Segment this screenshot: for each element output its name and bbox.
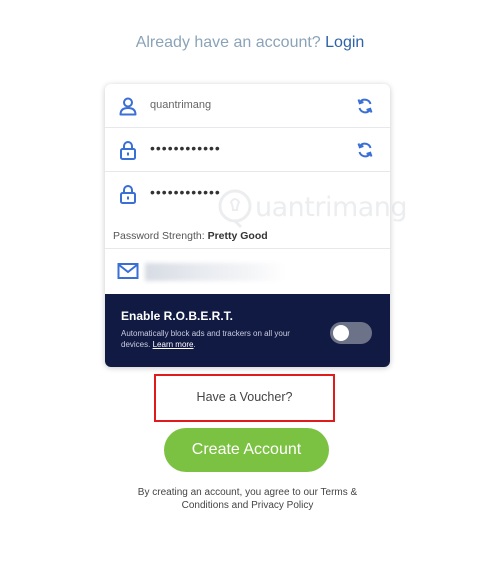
username-field[interactable]: quantrimang bbox=[150, 99, 211, 111]
learn-more-link[interactable]: Learn more bbox=[153, 340, 194, 349]
lock-icon bbox=[120, 185, 136, 204]
robert-title: Enable R.O.B.E.R.T. bbox=[121, 309, 234, 323]
login-link[interactable]: Login bbox=[325, 34, 364, 51]
watermark-logo: uantrimang bbox=[215, 186, 430, 230]
mail-icon bbox=[117, 263, 139, 279]
voucher-highlight: Have a Voucher? bbox=[154, 374, 335, 422]
confirm-password-field[interactable]: •••••••••••• bbox=[150, 184, 221, 200]
terms-text: By creating an account, you agree to our… bbox=[137, 487, 358, 511]
password-field[interactable]: •••••••••••• bbox=[150, 140, 221, 156]
email-field[interactable] bbox=[145, 263, 285, 281]
strength-value: Pretty Good bbox=[207, 230, 268, 242]
user-icon bbox=[119, 97, 137, 116]
robert-description-text: Automatically block ads and trackers on … bbox=[121, 329, 290, 349]
login-prompt-text: Already have an account? bbox=[135, 34, 321, 51]
email-row[interactable] bbox=[105, 248, 390, 294]
strength-label: Password Strength: bbox=[113, 230, 205, 242]
refresh-icon[interactable] bbox=[356, 141, 374, 159]
password-row[interactable]: •••••••••••• bbox=[105, 128, 390, 172]
robert-panel: Enable R.O.B.E.R.T. Automatically block … bbox=[105, 294, 390, 367]
watermark-text: uantrimang bbox=[255, 192, 408, 223]
robert-description: Automatically block ads and trackers on … bbox=[121, 329, 290, 349]
password-strength: Password Strength: Pretty Good bbox=[113, 230, 268, 242]
create-account-button[interactable]: Create Account bbox=[164, 428, 329, 472]
lock-icon bbox=[120, 141, 136, 160]
lightbulb-icon bbox=[218, 189, 252, 229]
toggle-knob bbox=[333, 325, 349, 341]
voucher-link[interactable]: Have a Voucher? bbox=[156, 390, 333, 404]
username-row[interactable]: quantrimang bbox=[105, 84, 390, 128]
login-prompt: Already have an account? Login bbox=[0, 34, 500, 52]
refresh-icon[interactable] bbox=[356, 97, 374, 115]
robert-toggle[interactable] bbox=[330, 322, 372, 344]
